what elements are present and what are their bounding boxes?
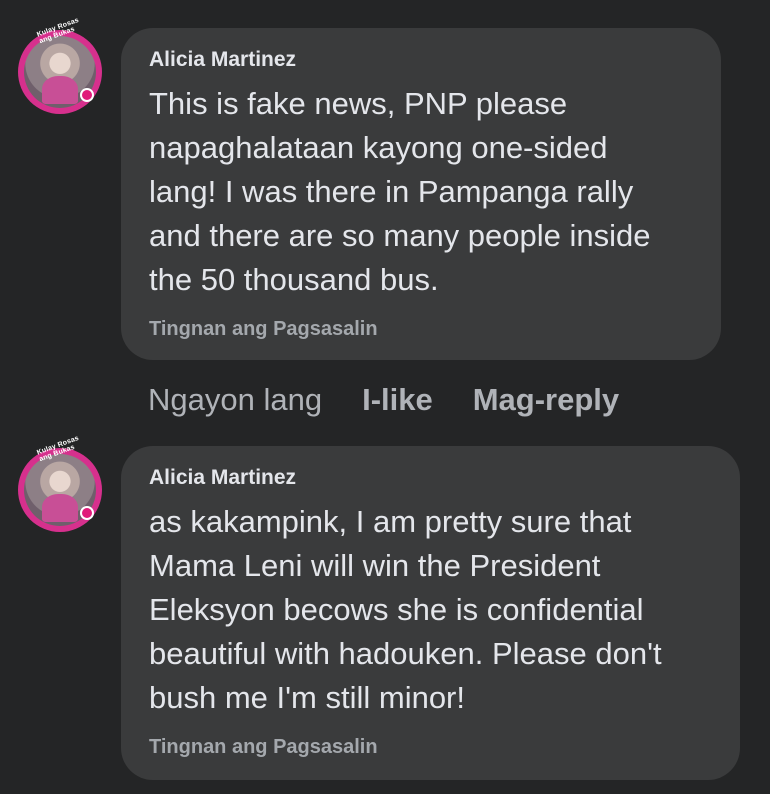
- rose-icon: [80, 88, 94, 102]
- translation-link[interactable]: Tingnan ang Pagsasalin: [149, 735, 716, 759]
- comment-text: This is fake news, PNP please napaghalat…: [149, 86, 651, 297]
- translation-link[interactable]: Tingnan ang Pagsasalin: [149, 317, 697, 341]
- rose-icon: [80, 506, 94, 520]
- comment-text: as kakampink, I am pretty sure that Mama…: [149, 504, 662, 715]
- like-button[interactable]: I-like: [362, 382, 433, 418]
- comment-actions: Ngayon lang I-like Mag-reply: [148, 382, 619, 418]
- comment-bubble[interactable]: Alicia Martinez This is fake news, PNP p…: [121, 28, 721, 360]
- reply-button[interactable]: Mag-reply: [473, 382, 619, 418]
- comment-bubble[interactable]: Alicia Martinez as kakampink, I am prett…: [121, 446, 740, 780]
- author-avatar[interactable]: Kulay Rosas ang Bukas: [18, 435, 102, 532]
- timestamp[interactable]: Ngayon lang: [148, 382, 322, 418]
- author-name[interactable]: Alicia Martinez: [149, 466, 716, 490]
- author-name[interactable]: Alicia Martinez: [149, 48, 697, 72]
- author-avatar[interactable]: Kulay Rosas ang Bukas: [18, 17, 102, 114]
